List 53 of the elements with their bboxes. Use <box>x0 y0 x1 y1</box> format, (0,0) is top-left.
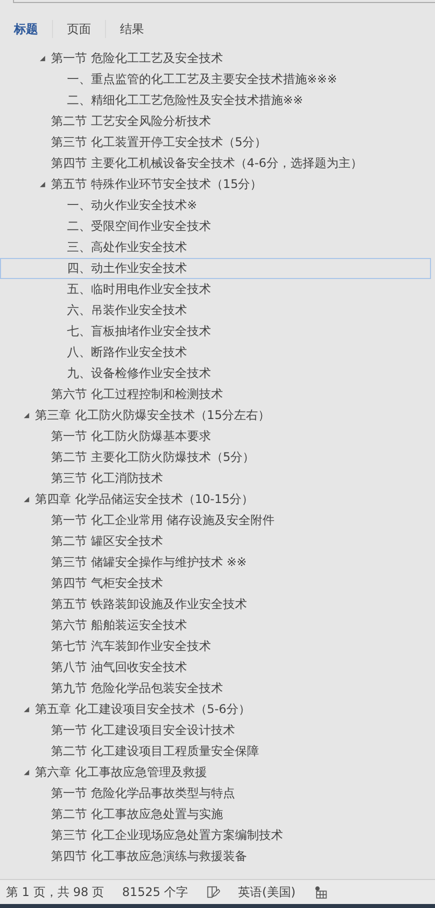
outline-item[interactable]: 三、高处作业安全技术 <box>0 237 431 258</box>
outline-item[interactable]: 第四节 主要化工机械设备安全技术（4-6分，选择题为主） <box>0 153 431 174</box>
outline-item[interactable]: 八、断路作业安全技术 <box>0 342 431 363</box>
outline-item[interactable]: 一、动火作业安全技术※ <box>0 195 431 216</box>
outline-item[interactable]: 第七节 汽车装卸作业安全技术 <box>0 636 431 657</box>
outline-item[interactable]: 第一节 危险化学品事故类型与特点 <box>0 783 431 804</box>
outline-item[interactable]: 第六章 化工事故应急管理及救援 <box>0 762 431 783</box>
outline-item[interactable]: 第六节 化工过程控制和检测技术 <box>0 384 431 405</box>
outline-item[interactable]: 第二节 化工建设项目工程质量安全保障 <box>0 741 431 762</box>
navigation-tab[interactable]: 结果 <box>116 18 148 40</box>
outline-item[interactable]: 第一节 化工建设项目安全设计技术 <box>0 720 431 741</box>
outline-item[interactable]: 第六节 船舶装运安全技术 <box>0 615 431 636</box>
navigation-tab[interactable]: 标题 <box>10 18 42 40</box>
expand-triangle-icon[interactable] <box>23 769 30 776</box>
outline-item[interactable]: 第三章 化工防火防爆安全技术（15分左右） <box>0 405 431 426</box>
outline-item[interactable]: 第二节 主要化工防火防爆技术（5分） <box>0 447 431 468</box>
outline-item[interactable]: 第一节 化工企业常用 储存设施及安全附件 <box>0 510 431 531</box>
outline-item[interactable]: 第二节 化工事故应急处置与实施 <box>0 804 431 825</box>
outline-item[interactable]: 二、精细化工工艺危险性及安全技术措施※※ <box>0 90 431 111</box>
outline-item[interactable]: 六、吊装作业安全技术 <box>0 300 431 321</box>
outline-item[interactable]: 第一节 危险化工工艺及安全技术 <box>0 48 431 69</box>
outline-item[interactable]: 五、临时用电作业安全技术 <box>0 279 431 300</box>
outline-item[interactable]: 第一节 化工防火防爆基本要求 <box>0 426 431 447</box>
expand-triangle-icon[interactable] <box>39 181 46 188</box>
outline-item[interactable]: 七、盲板抽堵作业安全技术 <box>0 321 431 342</box>
expand-triangle-icon[interactable] <box>23 706 30 713</box>
outline-item[interactable]: 二、受限空间作业安全技术 <box>0 216 431 237</box>
expand-triangle-icon[interactable] <box>23 496 30 503</box>
macro-icon[interactable] <box>314 885 328 899</box>
page-count[interactable]: 第 1 页，共 98 页 <box>6 884 104 900</box>
outline-item[interactable]: 第三节 化工装置开停工安全技术（5分） <box>0 132 431 153</box>
outline-item[interactable]: 第三节 化工消防技术 <box>0 468 431 489</box>
outline-item[interactable]: 第五节 铁路装卸设施及作业安全技术 <box>0 594 431 615</box>
expand-triangle-icon[interactable] <box>39 55 46 62</box>
outline-item[interactable]: 第五章 化工建设项目安全技术（5-6分） <box>0 699 431 720</box>
outline-item[interactable]: 第二节 工艺安全风险分析技术 <box>0 111 431 132</box>
outline-item[interactable]: 第二节 罐区安全技术 <box>0 531 431 552</box>
outline-item[interactable]: 四、动土作业安全技术 <box>0 258 431 279</box>
outline-item[interactable]: 第八节 油气回收安全技术 <box>0 657 431 678</box>
navigation-tab[interactable]: 页面 <box>63 18 95 40</box>
outline-item[interactable]: 九、设备检修作业安全技术 <box>0 363 431 384</box>
expand-triangle-icon[interactable] <box>23 412 30 419</box>
outline-item[interactable]: 第三节 储罐安全操作与维护技术 ※※ <box>0 552 431 573</box>
outline-item[interactable]: 第三节 化工企业现场应急处置方案编制技术 <box>0 825 431 846</box>
outline-item[interactable]: 第四章 化学品储运安全技术（10-15分） <box>0 489 431 510</box>
proofing-icon[interactable] <box>206 885 220 899</box>
outline-item[interactable]: 第四节 化工事故应急演练与救援装备 <box>0 846 431 867</box>
outline-item[interactable]: 第四节 气柜安全技术 <box>0 573 431 594</box>
outline-item[interactable]: 第五节 特殊作业环节安全技术（15分） <box>0 174 431 195</box>
language-indicator[interactable]: 英语(美国) <box>238 884 296 900</box>
outline-item[interactable]: 一、重点监管的化工工艺及主要安全技术措施※※※ <box>0 69 431 90</box>
outline-item[interactable]: 第九节 危险化学品包装安全技术 <box>0 678 431 699</box>
word-count[interactable]: 81525 个字 <box>122 884 188 900</box>
